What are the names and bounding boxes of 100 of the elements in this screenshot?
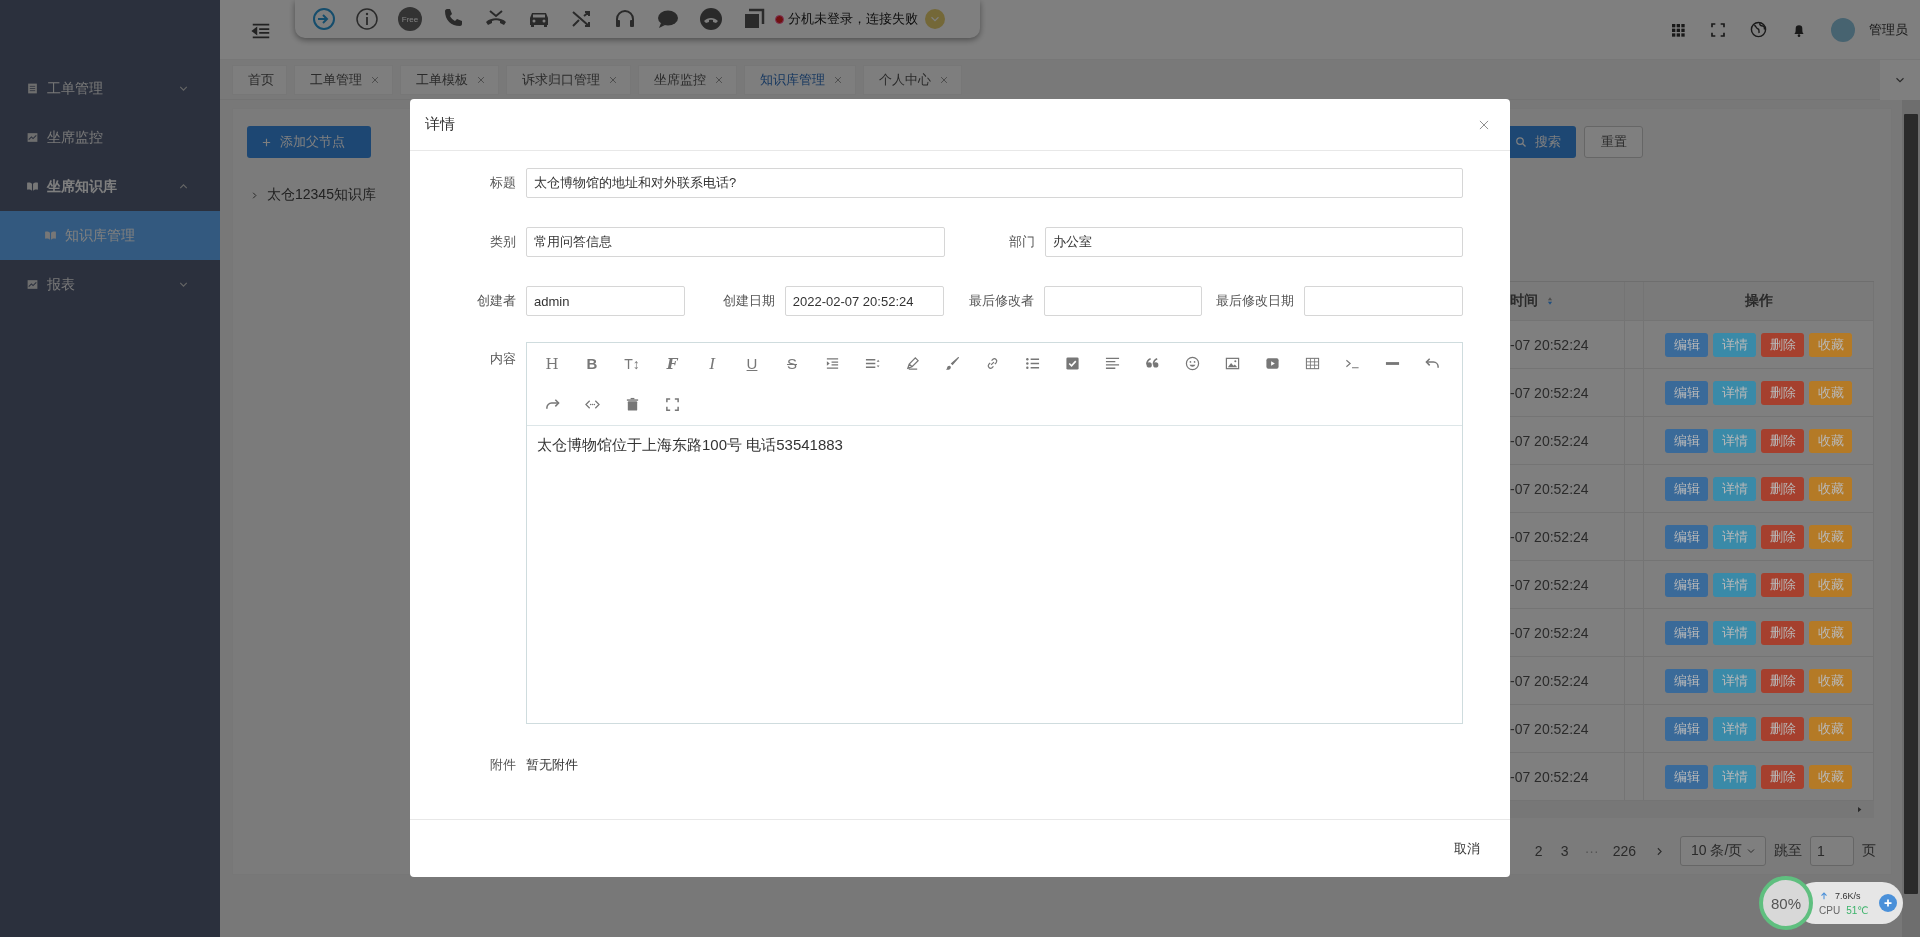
action-button[interactable]: 删除 [1761,620,1804,645]
action-button[interactable]: 删除 [1761,380,1804,405]
sidebar-item[interactable]: 知识库管理 [0,211,220,260]
vertical-scrollbar[interactable] [1902,100,1920,937]
italic-button[interactable]: I [692,343,732,384]
close-icon[interactable] [939,74,949,85]
close-icon[interactable] [833,74,843,85]
page-ellipsis[interactable]: ··· [1581,843,1602,859]
action-button[interactable]: 详情 [1713,620,1756,645]
action-button[interactable]: 删除 [1761,428,1804,453]
text-field[interactable] [1043,286,1203,316]
page-number[interactable]: 3 [1555,843,1574,859]
heading-button[interactable]: H [532,343,572,384]
login-icon[interactable] [312,7,336,31]
strikethrough-button[interactable]: S [772,343,812,384]
page-number[interactable]: 2 [1529,843,1548,859]
action-button[interactable]: 删除 [1761,476,1804,501]
reset-button[interactable]: 重置 [1584,126,1643,158]
tab[interactable]: 坐席监控 [638,64,737,95]
action-button[interactable]: 详情 [1713,764,1756,789]
hang-up-circle-icon[interactable] [699,7,723,31]
page-number[interactable]: 226 [1609,843,1639,859]
action-button[interactable]: 删除 [1761,716,1804,741]
action-button[interactable]: 收藏 [1809,572,1852,597]
action-button[interactable]: 收藏 [1809,764,1852,789]
action-button[interactable]: 详情 [1713,380,1756,405]
close-icon[interactable] [370,74,380,85]
close-icon[interactable] [608,74,618,85]
sidebar-item[interactable]: 坐席监控 [0,113,220,162]
action-button[interactable]: 删除 [1761,668,1804,693]
tree-node[interactable]: 太仓12345知识库 [247,184,376,206]
horizontal-scrollbar[interactable] [1509,801,1874,818]
table-cell-text: -07 20:52:24 [1509,575,1590,595]
column-header[interactable]: 时间 [1510,292,1538,310]
text-field[interactable]: 太仓博物馆的地址和对外联系电话? [526,168,1463,198]
action-button[interactable]: 编辑 [1665,332,1708,357]
user-name[interactable]: 管理员 [1869,20,1908,39]
plus-button[interactable] [1879,894,1897,912]
action-button[interactable]: 详情 [1713,668,1756,693]
action-button[interactable]: 编辑 [1665,620,1708,645]
action-button[interactable]: 详情 [1713,716,1756,741]
copy-icon[interactable] [742,7,766,31]
field-label: 部门 [1007,233,1036,251]
arrow-up-icon [1819,890,1829,901]
action-button[interactable]: 删除 [1761,764,1804,789]
action-button[interactable]: 编辑 [1665,716,1708,741]
fullscreen-icon[interactable] [1710,21,1726,38]
tab[interactable]: 诉求归口管理 [506,64,631,95]
action-button[interactable]: 删除 [1761,332,1804,357]
sidebar-item[interactable]: 坐席知识库 [0,162,220,211]
tab[interactable]: 工单管理 [294,64,393,95]
tab[interactable]: 工单模板 [400,64,499,95]
text-field[interactable]: 2022-02-07 20:52:24 [784,286,944,316]
tab[interactable]: 首页 [232,64,287,95]
sidebar-item[interactable]: 工单管理 [0,64,220,113]
action-button[interactable]: 收藏 [1809,668,1852,693]
globe-icon[interactable] [1750,21,1767,38]
bold-button[interactable]: B [572,343,612,384]
tab[interactable]: 个人中心 [863,64,962,95]
action-button[interactable]: 编辑 [1665,524,1708,549]
action-button[interactable]: 收藏 [1809,524,1852,549]
action-button[interactable]: 编辑 [1665,764,1708,789]
font-family-button[interactable]: F [652,343,692,384]
action-button[interactable]: 编辑 [1665,572,1708,597]
action-button[interactable]: 详情 [1713,524,1756,549]
page-size-select[interactable]: 10 条/页 [1680,836,1766,866]
close-icon[interactable] [476,74,486,85]
underline-button[interactable]: U [732,343,772,384]
info-icon[interactable] [355,7,379,31]
text-field[interactable] [1304,286,1463,316]
cancel-button[interactable]: 取消 [1442,833,1492,864]
action-button[interactable]: 收藏 [1809,620,1852,645]
avatar[interactable] [1831,17,1855,42]
action-button[interactable]: 详情 [1713,428,1756,453]
table-cell-text: -07 20:52:24 [1509,527,1590,547]
action-button[interactable]: 详情 [1713,476,1756,501]
action-button[interactable]: 收藏 [1809,428,1852,453]
action-button[interactable]: 编辑 [1665,476,1708,501]
text-field[interactable]: admin [526,286,685,316]
text-field[interactable]: 办公室 [1044,227,1463,257]
sidebar-item[interactable]: 报表 [0,260,220,309]
chart-icon [26,278,39,291]
action-button[interactable]: 详情 [1713,572,1756,597]
page-input[interactable]: 1 [1810,836,1854,866]
action-button[interactable]: 收藏 [1809,332,1852,357]
action-button[interactable]: 收藏 [1809,476,1852,501]
close-icon[interactable] [714,74,724,85]
action-button[interactable]: 删除 [1761,524,1804,549]
action-button[interactable]: 收藏 [1809,716,1852,741]
tab[interactable]: 知识库管理 [744,64,856,95]
action-button[interactable]: 编辑 [1665,380,1708,405]
action-button[interactable]: 删除 [1761,572,1804,597]
text-field[interactable]: 常用问答信息 [526,227,945,257]
apps-grid-icon[interactable] [1670,21,1686,38]
action-button[interactable]: 编辑 [1665,668,1708,693]
action-button[interactable]: 详情 [1713,332,1756,357]
action-button[interactable]: 收藏 [1809,380,1852,405]
action-button[interactable]: 编辑 [1665,428,1708,453]
add-node-button[interactable]: 添加父节点 [247,126,371,158]
font-size-button[interactable]: T↕ [612,343,652,384]
